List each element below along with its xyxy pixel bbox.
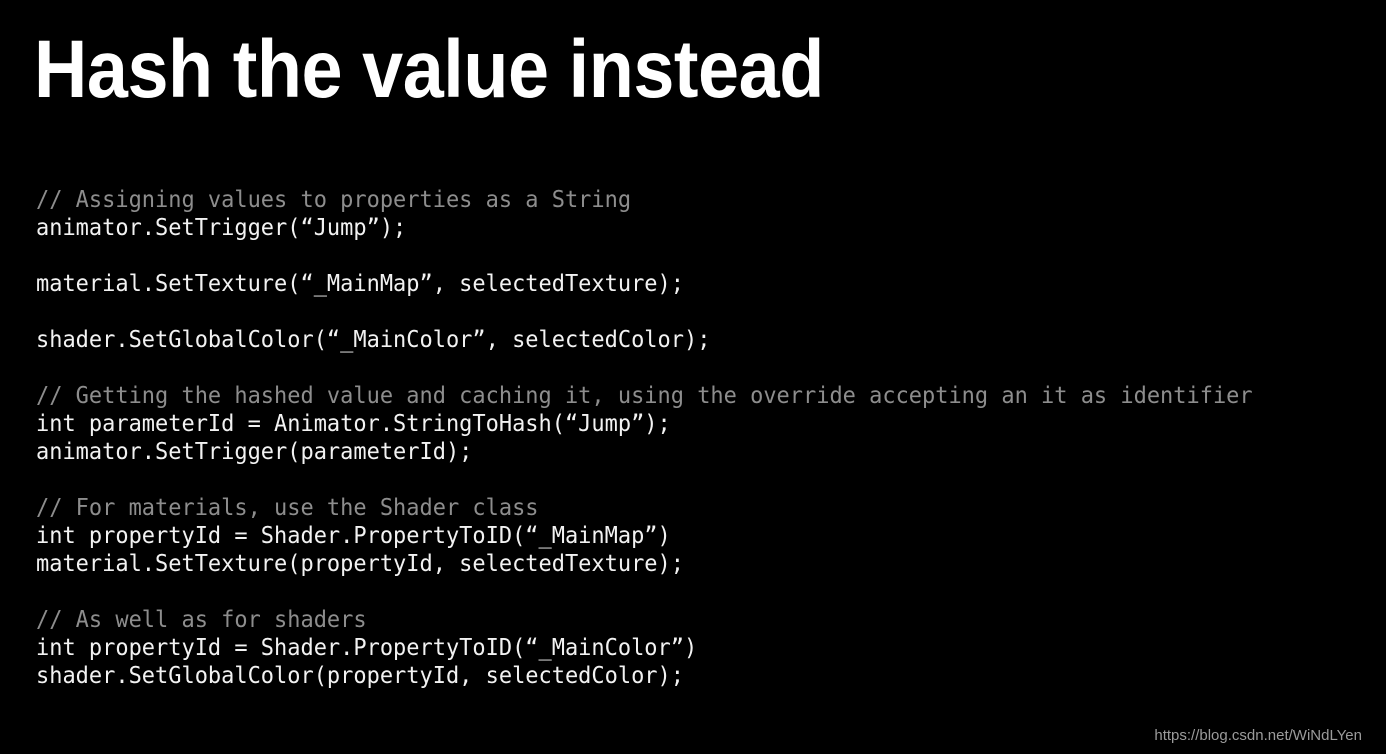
code-line: shader.SetGlobalColor(propertyId, select… bbox=[36, 663, 684, 689]
page-title: Hash the value instead bbox=[34, 24, 824, 115]
code-line: int propertyId = Shader.PropertyToID(“_M… bbox=[36, 635, 698, 661]
code-line: int propertyId = Shader.PropertyToID(“_M… bbox=[36, 523, 671, 549]
code-comment-line: // As well as for shaders bbox=[36, 607, 367, 633]
code-comment-line: // For materials, use the Shader class bbox=[36, 495, 539, 521]
code-line: material.SetTexture(propertyId, selected… bbox=[36, 551, 684, 577]
code-line: material.SetTexture(“_MainMap”, selected… bbox=[36, 271, 684, 297]
code-line: animator.SetTrigger(“Jump”); bbox=[36, 215, 407, 241]
slide-canvas: Hash the value instead // Assigning valu… bbox=[0, 0, 1386, 754]
code-block: // Assigning values to properties as a S… bbox=[36, 186, 1376, 690]
code-line: shader.SetGlobalColor(“_MainColor”, sele… bbox=[36, 327, 711, 353]
watermark-url: https://blog.csdn.net/WiNdLYen bbox=[1154, 727, 1362, 744]
code-comment-line: // Getting the hashed value and caching … bbox=[36, 383, 1253, 409]
code-line: animator.SetTrigger(parameterId); bbox=[36, 439, 473, 465]
code-comment-line: // Assigning values to properties as a S… bbox=[36, 187, 632, 213]
code-line: int parameterId = Animator.StringToHash(… bbox=[36, 411, 671, 437]
